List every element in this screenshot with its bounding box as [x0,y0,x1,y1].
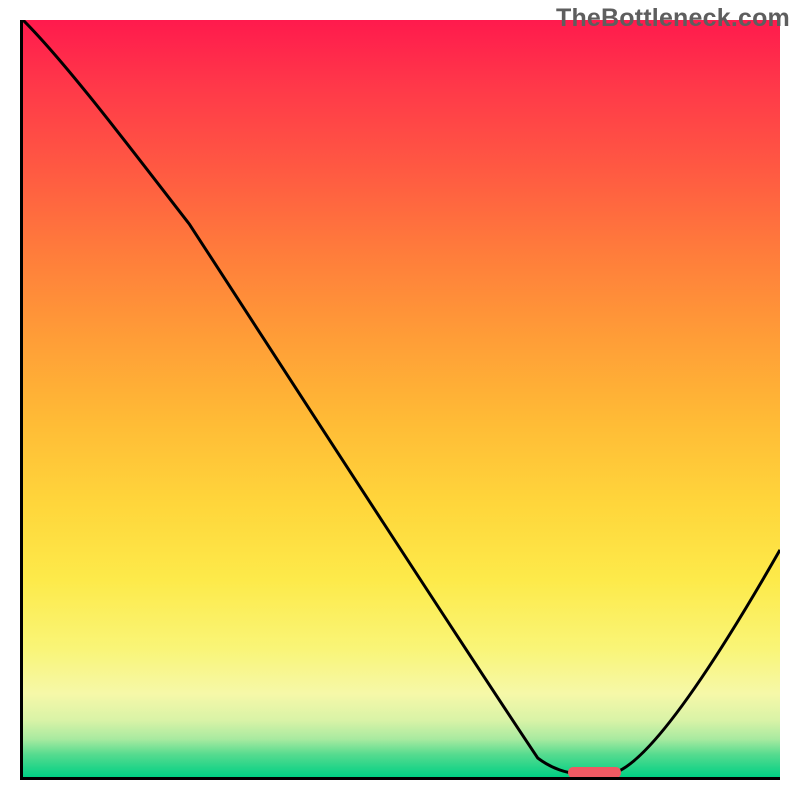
watermark-text: TheBottleneck.com [556,4,790,33]
plot-area [20,20,780,780]
optimal-marker [568,767,621,777]
bottleneck-curve-path [23,20,780,773]
chart-container: TheBottleneck.com [0,0,800,800]
curve-svg [23,20,780,777]
